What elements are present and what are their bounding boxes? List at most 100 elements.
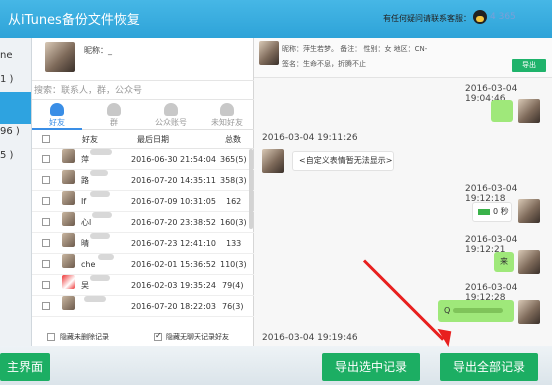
contact-avatar bbox=[62, 233, 75, 247]
official-account-icon bbox=[164, 103, 178, 116]
message-text: 0 秒 bbox=[493, 207, 509, 216]
filter-options: 隐藏未删除记录 ✓ 隐藏无聊天记录好友 bbox=[32, 329, 254, 347]
contact-name: 路 bbox=[81, 176, 89, 185]
contact-total: 358(3) bbox=[220, 176, 247, 185]
contact-avatar bbox=[62, 191, 75, 205]
contact-date: 2016-02-03 19:35:24 bbox=[131, 281, 216, 290]
message-bubble[interactable] bbox=[491, 100, 513, 122]
export-all-button[interactable]: 导出全部记录 bbox=[440, 353, 538, 381]
contact-avatar bbox=[62, 296, 75, 310]
account-avatar bbox=[45, 42, 75, 72]
contact-date: 2016-02-01 15:36:52 bbox=[131, 260, 216, 269]
contact-avatar bbox=[62, 170, 75, 184]
sidebar-item-label: 5 ) bbox=[0, 150, 14, 161]
contact-name: 晴 bbox=[81, 239, 89, 248]
export-selected-button[interactable]: 导出选中记录 bbox=[322, 353, 420, 381]
tab-groups[interactable]: 群 bbox=[89, 100, 139, 130]
title-bar: 从iTunes备份文件恢复 有任何疑问请联系客服： 4 365 bbox=[0, 0, 552, 38]
contact-search-input[interactable]: 搜索：联系人，群，公众号 bbox=[32, 82, 254, 100]
unknown-friend-icon bbox=[220, 103, 234, 116]
table-row[interactable]: 吴 2016-02-03 19:35:24 79(4) bbox=[32, 275, 254, 296]
contact-total: 160(3) bbox=[220, 218, 247, 227]
sender-avatar bbox=[518, 250, 540, 274]
contact-total: 110(3) bbox=[220, 260, 247, 269]
qq-number[interactable]: 4 365 bbox=[490, 12, 516, 22]
redacted-text bbox=[453, 308, 504, 313]
tab-label: 未知好友 bbox=[211, 118, 243, 127]
redacted-text bbox=[90, 191, 110, 197]
sidebar-item[interactable]: 5 ) bbox=[0, 144, 31, 168]
contact-date: 2016-07-23 12:41:10 bbox=[131, 239, 216, 248]
message-time: 2016-03-04 19:11:26 bbox=[262, 133, 358, 143]
message-text: 来 bbox=[500, 257, 508, 266]
tab-friends[interactable]: 好友 bbox=[32, 100, 82, 130]
sidebar-item[interactable]: 96 ) bbox=[0, 120, 31, 144]
tab-official-accounts[interactable]: 公众账号 bbox=[146, 100, 196, 130]
sender-avatar bbox=[262, 149, 284, 173]
redacted-text bbox=[90, 170, 108, 176]
redacted-text bbox=[92, 212, 112, 218]
annotation-arrow-head bbox=[434, 328, 452, 348]
row-checkbox[interactable] bbox=[42, 239, 50, 247]
row-checkbox[interactable] bbox=[42, 281, 50, 289]
tab-unknown-friends[interactable]: 未知好友 bbox=[202, 100, 252, 130]
table-row[interactable]: 萍 2016-06-30 21:54:04 365(5) bbox=[32, 149, 254, 170]
chat-messages[interactable]: 2016-03-04 19:04:46 2016-03-04 19:11:26 … bbox=[254, 78, 552, 385]
row-checkbox[interactable] bbox=[42, 218, 50, 226]
contact-total: 365(5) bbox=[220, 155, 247, 164]
tab-label: 群 bbox=[110, 118, 118, 127]
table-row[interactable]: 路 2016-07-20 14:35:11 358(3) bbox=[32, 170, 254, 191]
message-bubble[interactable]: <自定义表情暂无法显示> bbox=[292, 151, 394, 171]
select-all-checkbox[interactable] bbox=[42, 135, 50, 143]
device-sidebar: ne 1 ) 96 ) 5 ) bbox=[0, 38, 32, 385]
message-text: Q bbox=[444, 306, 451, 315]
redacted-text bbox=[84, 296, 106, 302]
contact-signature: 签名：生命不息，折腾不止 bbox=[282, 60, 366, 68]
table-row[interactable]: If 2016-07-09 10:31:05 162 bbox=[32, 191, 254, 212]
contact-date: 2016-06-30 21:54:04 bbox=[131, 155, 216, 164]
message-bubble[interactable]: 来 bbox=[494, 252, 514, 272]
contact-date: 2016-07-09 10:31:05 bbox=[131, 197, 216, 206]
message-bubble[interactable]: Q bbox=[438, 300, 514, 322]
back-to-main-button[interactable]: 主界面 bbox=[0, 353, 50, 381]
table-row[interactable]: che 2016-02-01 15:36:52 110(3) bbox=[32, 254, 254, 275]
voice-message-bubble[interactable]: 0 秒 bbox=[472, 202, 512, 222]
account-nickname: 昵称：_ bbox=[84, 46, 112, 55]
contacts-table-body: 萍 2016-06-30 21:54:04 365(5) 路 2016-07-2… bbox=[32, 149, 254, 359]
help-text: 有任何疑问请联系客服： bbox=[383, 14, 471, 23]
contact-avatar bbox=[62, 212, 75, 226]
voice-icon bbox=[478, 208, 490, 215]
hide-deleted-checkbox[interactable] bbox=[47, 333, 55, 341]
row-checkbox[interactable] bbox=[42, 260, 50, 268]
sidebar-item-label: 96 ) bbox=[0, 126, 20, 137]
table-row[interactable]: 晴 2016-07-23 12:41:10 133 bbox=[32, 233, 254, 254]
hide-empty-checkbox[interactable]: ✓ bbox=[154, 331, 162, 341]
contacts-scrollbar[interactable] bbox=[249, 149, 253, 229]
message-text: <自定义表情暂无法显示> bbox=[299, 156, 393, 165]
contact-total: 162 bbox=[226, 197, 242, 206]
sidebar-item[interactable]: 1 ) bbox=[0, 68, 31, 92]
back-button-label: 主界面 bbox=[6, 360, 43, 374]
row-checkbox[interactable] bbox=[42, 176, 50, 184]
row-checkbox[interactable] bbox=[42, 302, 50, 310]
tab-label: 好友 bbox=[49, 118, 65, 127]
qq-icon[interactable] bbox=[473, 10, 487, 24]
contact-name: 心l bbox=[81, 218, 92, 227]
contact-total: 133 bbox=[226, 239, 242, 248]
row-checkbox[interactable] bbox=[42, 197, 50, 205]
contact-name: 萍 bbox=[81, 155, 89, 164]
hide-deleted-label: 隐藏未删除记录 bbox=[60, 333, 109, 341]
table-row[interactable]: 2016-07-20 18:22:03 76(3) bbox=[32, 296, 254, 317]
contact-name: che bbox=[81, 260, 96, 269]
contacts-table-header: 好友 最后日期 总数 bbox=[32, 130, 254, 149]
row-checkbox[interactable] bbox=[42, 155, 50, 163]
table-row[interactable]: 心l 2016-07-20 23:38:52 160(3) bbox=[32, 212, 254, 233]
contact-name: 吴 bbox=[81, 281, 89, 290]
sidebar-item[interactable]: ne bbox=[0, 44, 31, 68]
export-chat-button[interactable]: 导出 bbox=[512, 59, 546, 72]
export-all-label: 导出全部记录 bbox=[452, 360, 525, 374]
account-profile: 昵称：_ bbox=[32, 38, 254, 81]
contact-date: 2016-07-20 14:35:11 bbox=[131, 176, 216, 185]
chat-header: 昵称：萍生若梦。 备注： 性别：女 地区：CN- 签名：生命不息，折腾不止 导出 bbox=[254, 38, 552, 78]
contact-avatar bbox=[62, 254, 75, 268]
